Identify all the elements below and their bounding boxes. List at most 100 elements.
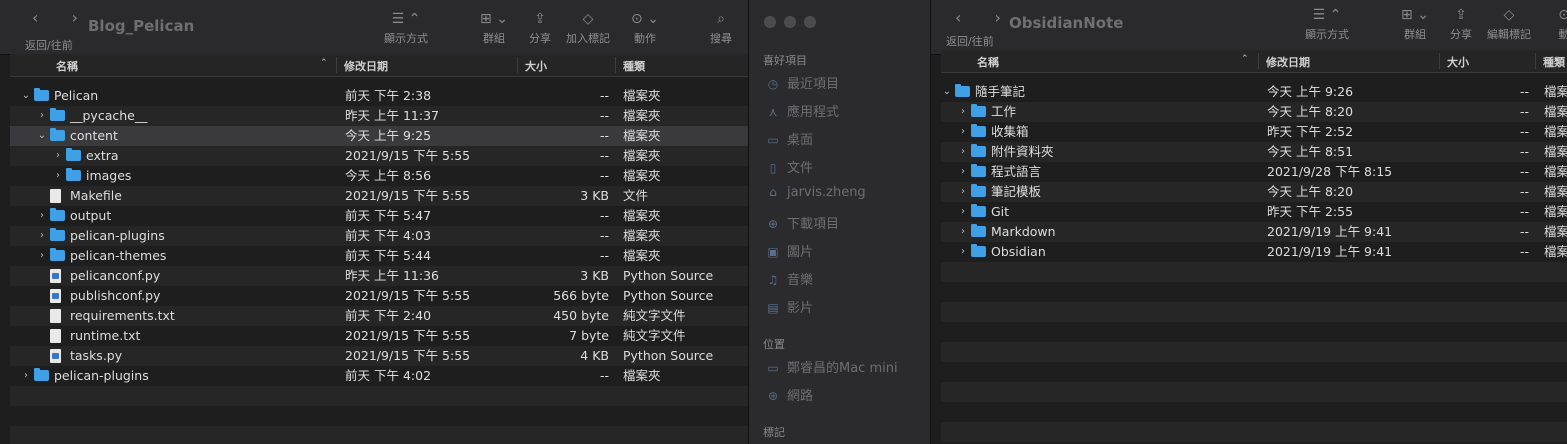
disclosure-closed-icon[interactable]: › [52,166,64,186]
cell-kind: 檔案 [1544,244,1567,259]
sidebar-item-music[interactable]: ♫ 音樂 [765,269,813,288]
tag-icon: ◇ [582,11,594,27]
table-row[interactable]: publishconf.py 2021/9/15 下午 5:55 566 byte P… [10,286,748,306]
disclosure-open-icon[interactable]: ⌄ [941,82,953,102]
group-button[interactable]: ⊞ ⌄ 群組 [1397,4,1433,48]
table-row[interactable]: › 程式語言 2021/9/28 下午 8:15 -- 檔案 [941,162,1567,182]
table-row[interactable]: › Obsidian 2021/9/19 上午 9:41 -- 檔案 [941,242,1567,262]
empty-row [10,406,748,426]
disclosure-closed-icon[interactable]: › [957,242,969,262]
sidebar-item-photos[interactable]: ▣ 圖片 [765,241,813,260]
disclosure-closed-icon[interactable]: › [52,146,64,166]
cell-kind: 檔案夾 [623,148,661,163]
share-icon: ⇪ [1455,7,1467,23]
column-kind[interactable]: 種類 [1543,54,1565,70]
zoom-window-icon[interactable] [804,16,816,28]
search-button[interactable]: ⌕ 搜尋 [706,8,736,52]
sidebar-item-computer[interactable]: ▭ 鄭睿昌的Mac mini [765,357,898,376]
disclosure-closed-icon[interactable]: › [957,142,969,162]
cell-size: 450 byte [553,308,609,323]
table-row[interactable]: › pelican-plugins 前天 下午 4:03 -- 檔案夾 [10,226,748,246]
table-row[interactable]: › 附件資料夾 今天 上午 8:51 -- 檔案 [941,142,1567,162]
add-tag-button[interactable]: ◇ 加入標記 [564,8,612,52]
disclosure-closed-icon[interactable]: › [36,206,48,226]
table-row[interactable]: runtime.txt 2021/9/15 下午 5:55 7 byte 純文字文件 [10,326,748,346]
close-window-icon[interactable] [764,16,776,28]
empty-row [941,282,1567,302]
table-row[interactable]: requirements.txt 前天 下午 2:40 450 byte 純文字文件 [10,306,748,326]
view-mode-button[interactable]: ☰ ⌃ 顯示方式 [1301,4,1353,48]
ellipsis-icon: ⊙ ⌄ [631,11,659,27]
column-name[interactable]: 名稱 [977,54,999,70]
folder-icon [971,104,986,117]
cell-date: 前天 下午 4:02 [345,368,432,383]
column-date[interactable]: 修改日期 [344,58,388,74]
sidebar-item-label: 鄭睿昌的Mac mini [787,361,898,376]
table-row[interactable]: ⌄ Pelican 前天 下午 2:38 -- 檔案夾 [10,86,748,106]
cell-name: pelican-themes [70,248,167,263]
sidebar-item-network[interactable]: ⊛ 網路 [765,385,813,404]
disclosure-closed-icon[interactable]: › [957,122,969,142]
column-size[interactable]: 大小 [525,58,547,74]
disclosure-open-icon[interactable]: ⌄ [20,86,32,106]
table-row[interactable]: › 工作 今天 上午 8:20 -- 檔案 [941,102,1567,122]
sidebar-item-clock[interactable]: ◷ 最近項目 [765,73,839,92]
empty-row [941,262,1567,282]
table-row[interactable]: › pelican-themes 前天 下午 5:44 -- 檔案夾 [10,246,748,266]
table-row[interactable]: › Markdown 2021/9/19 上午 9:41 -- 檔案 [941,222,1567,242]
table-row[interactable]: › images 今天 上午 8:56 -- 檔案夾 [10,166,748,186]
column-size[interactable]: 大小 [1447,54,1469,70]
column-name[interactable]: 名稱 [56,58,78,74]
table-row[interactable]: › __pycache__ 昨天 上午 11:37 -- 檔案夾 [10,106,748,126]
sidebar-item-apps[interactable]: ⋏ 應用程式 [765,101,839,120]
disclosure-closed-icon[interactable]: › [957,222,969,242]
disclosure-closed-icon[interactable]: › [20,366,32,386]
cell-size: 566 byte [553,288,609,303]
cell-date: 2021/9/19 上午 9:41 [1267,224,1393,239]
table-row[interactable]: › 收集箱 昨天 下午 2:52 -- 檔案 [941,122,1567,142]
table-row[interactable]: ⌄ 隨手筆記 今天 上午 9:26 -- 檔案 [941,82,1567,102]
disclosure-open-icon[interactable]: ⌄ [36,126,48,146]
view-mode-button[interactable]: ☰ ⌃ 顯示方式 [380,8,432,52]
disclosure-closed-icon[interactable]: › [36,226,48,246]
sidebar-item-document[interactable]: ▯ 文件 [765,157,813,176]
cell-size: -- [1519,224,1529,239]
disclosure-closed-icon[interactable]: › [36,246,48,266]
disclosure-closed-icon[interactable]: › [957,162,969,182]
edit-tag-button[interactable]: ◇ 編輯標記 [1485,4,1533,48]
table-row[interactable]: › extra 2021/9/15 下午 5:55 -- 檔案夾 [10,146,748,166]
table-row[interactable]: › Git 昨天 下午 2:55 -- 檔案 [941,202,1567,222]
sidebar-item-desktop[interactable]: ▭ 桌面 [765,129,813,148]
column-date[interactable]: 修改日期 [1266,54,1310,70]
minimize-window-icon[interactable] [784,16,796,28]
action-button[interactable]: ⊙ ⌄ 動作 [628,8,662,52]
sidebar-section-favorites: 喜好項目 [763,54,807,67]
empty-row [941,342,1567,362]
sidebar-item-home[interactable]: ⌂ jarvis.zheng [765,185,866,200]
group-button[interactable]: ⊞ ⌄ 群組 [476,8,512,52]
cell-name: Makefile [70,188,122,203]
table-row[interactable]: › output 前天 下午 5:47 -- 檔案夾 [10,206,748,226]
table-row[interactable]: ⌄ content 今天 上午 9:25 -- 檔案夾 [10,126,748,146]
disclosure-closed-icon[interactable]: › [957,202,969,222]
disclosure-closed-icon[interactable]: › [957,102,969,122]
back-forward-icon[interactable]: ‹ › [32,8,92,27]
disclosure-closed-icon[interactable]: › [957,182,969,202]
cell-kind: Python Source [623,348,714,363]
share-button[interactable]: ⇪ 分享 [526,8,554,52]
sidebar-item-download[interactable]: ⊕ 下載項目 [765,213,839,232]
table-row[interactable]: › pelican-plugins 前天 下午 4:02 -- 檔案夾 [10,366,748,386]
back-forward-icon[interactable]: ‹ › [955,8,1015,27]
sidebar-item-movies[interactable]: ▤ 影片 [765,297,813,316]
cell-date: 今天 上午 8:20 [1267,184,1354,199]
table-row[interactable]: › 筆記模板 今天 上午 8:20 -- 檔案 [941,182,1567,202]
table-row[interactable]: Makefile 2021/9/15 下午 5:55 3 KB 文件 [10,186,748,206]
table-row[interactable]: tasks.py 2021/9/15 下午 5:55 4 KB Python Sour… [10,346,748,366]
table-row[interactable]: pelicanconf.py 昨天 上午 11:36 3 KB Python Sour… [10,266,748,286]
cell-kind: 檔案 [1544,164,1567,179]
share-button[interactable]: ⇪ 分享 [1447,4,1475,48]
action-button[interactable]: ⊙ 動 [1549,4,1567,48]
disclosure-closed-icon[interactable]: › [36,106,48,126]
column-kind[interactable]: 種類 [623,58,645,74]
sidebar-item-label: 圖片 [787,245,814,260]
